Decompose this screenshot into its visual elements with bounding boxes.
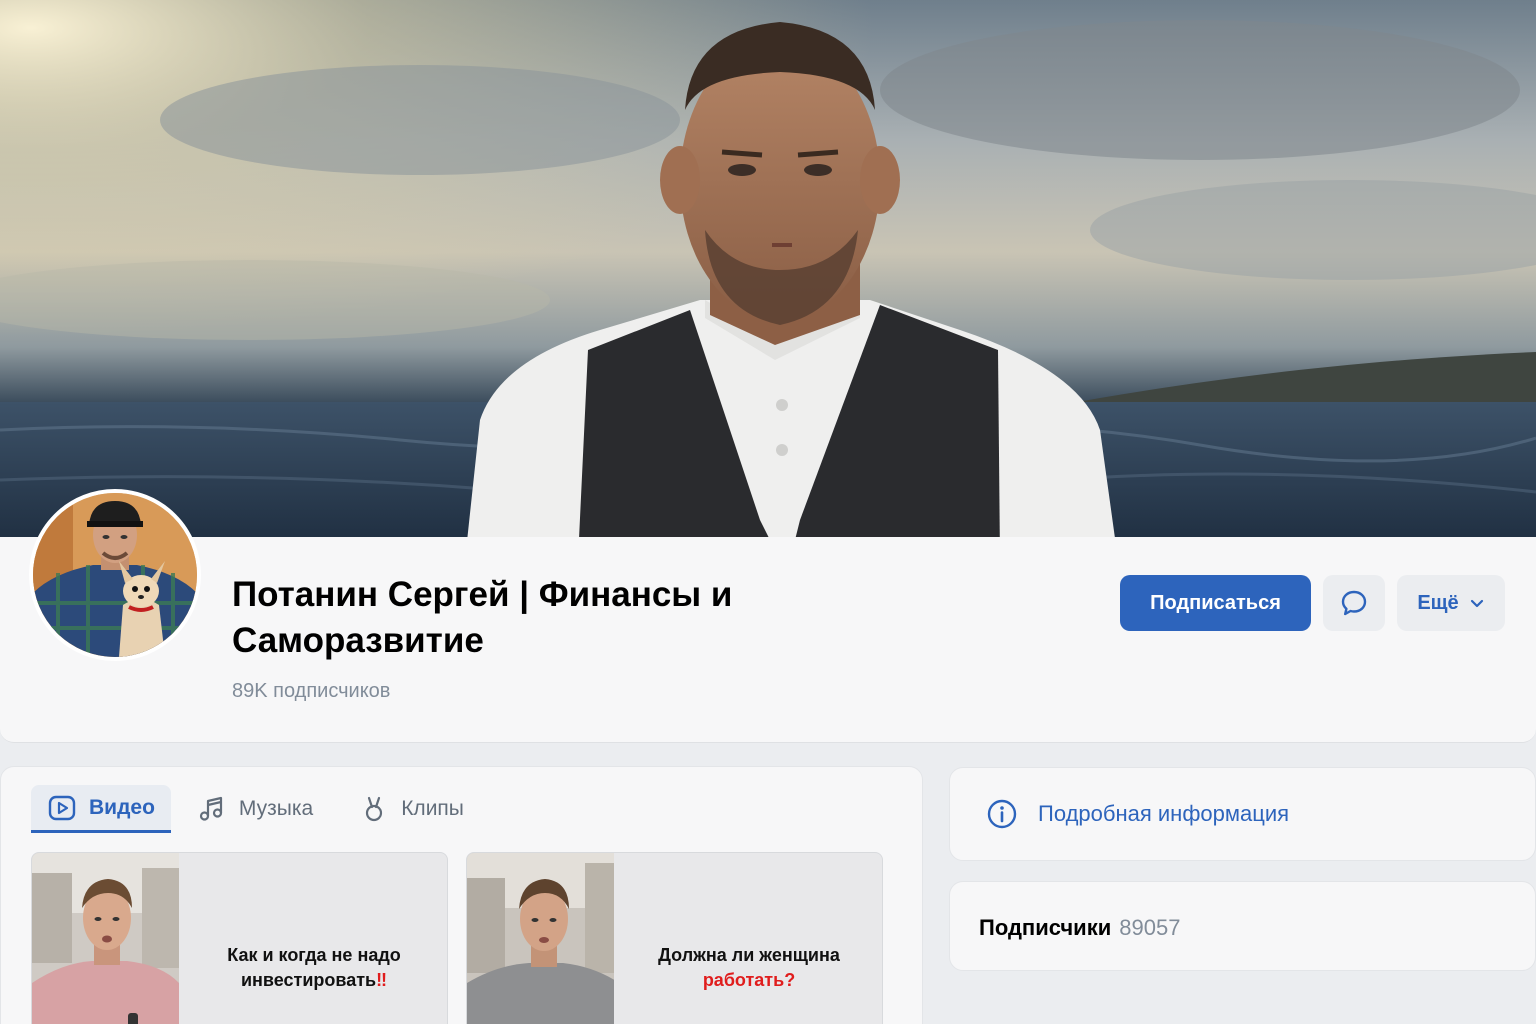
video-caption-line: Должна ли женщина: [658, 945, 840, 965]
video-thumbnail: [467, 853, 614, 1024]
subscribers-label: Подписчики: [979, 915, 1112, 940]
video-caption: Должна ли женщина работать?: [614, 853, 882, 1024]
video-caption-word: инвестировать: [240, 970, 377, 990]
more-button[interactable]: Ещё: [1397, 575, 1505, 631]
followers-count[interactable]: 89K подписчиков: [232, 680, 390, 703]
message-button[interactable]: [1323, 575, 1385, 631]
video-caption: Как и когда не надо инвестировать‼: [179, 853, 447, 1024]
avatar[interactable]: [29, 489, 201, 661]
media-section: Видео Музыка Клипы Как и когда не надо и…: [0, 766, 923, 1024]
subscribers-count: 89057: [1119, 915, 1181, 940]
avatar-image: [33, 493, 197, 657]
video-thumbnail: [32, 853, 179, 1024]
video-card[interactable]: Должна ли женщина работать?: [466, 852, 883, 1024]
subscribe-button[interactable]: Подписаться: [1120, 575, 1311, 631]
clips-icon: [366, 796, 383, 822]
tab-video-label: Видео: [89, 795, 155, 819]
tab-clips-label: Клипы: [401, 797, 464, 820]
cover-illustration: [0, 0, 1536, 560]
subscribers-card[interactable]: Подписчики 89057: [949, 881, 1536, 971]
detailed-info-label: Подробная информация: [1038, 801, 1290, 826]
video-caption-line: Как и когда не надо: [227, 945, 401, 965]
more-label: Ещё: [1417, 591, 1459, 614]
tab-video[interactable]: Видео: [31, 785, 171, 833]
detailed-info-link[interactable]: Подробная информация: [986, 798, 1289, 830]
tab-music[interactable]: Музыка: [181, 785, 329, 833]
media-tabs: Видео Музыка Клипы: [31, 785, 480, 833]
video-caption-line: работать?: [702, 970, 796, 990]
detailed-info-card[interactable]: Подробная информация: [949, 767, 1536, 861]
video-thumbnail-image: [32, 853, 179, 1024]
message-bubble-icon: [1341, 590, 1367, 616]
double-exclamation-icon: ‼: [376, 970, 387, 990]
video-caption-line: инвестировать‼: [241, 968, 387, 993]
music-note-icon: [199, 796, 223, 821]
cover-photo: [0, 0, 1536, 560]
tab-music-label: Музыка: [238, 797, 314, 820]
video-thumbnail-image: [467, 853, 614, 1024]
video-play-icon: [48, 795, 76, 820]
tab-clips[interactable]: Клипы: [343, 785, 480, 833]
info-circle-icon: [987, 799, 1017, 829]
chevron-down-icon: [1470, 599, 1483, 608]
subscribers-row[interactable]: Подписчики 89057: [979, 915, 1180, 941]
page-title: Потанин Сергей | Финансы и Саморазвитие: [232, 575, 733, 660]
video-card[interactable]: Как и когда не надо инвестировать‼: [31, 852, 448, 1024]
